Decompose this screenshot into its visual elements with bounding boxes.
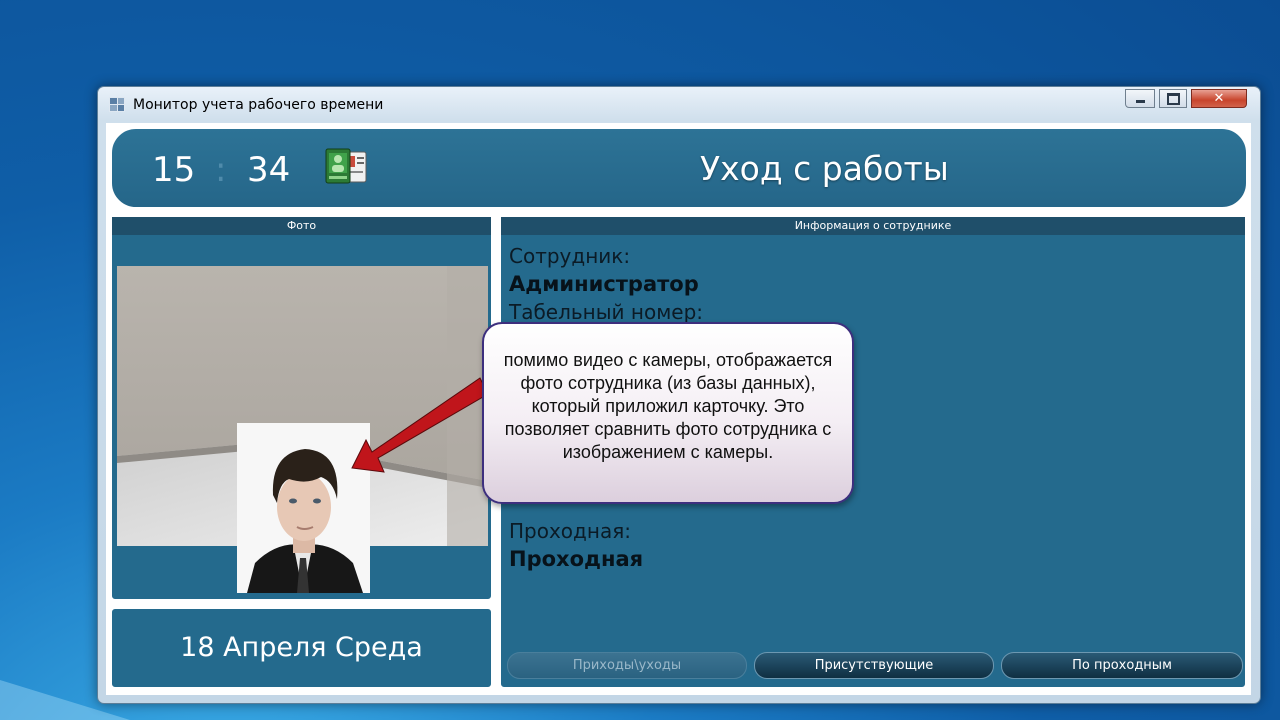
employee-label: Сотрудник: (509, 244, 631, 268)
present-employees-button[interactable]: Присутствующие (754, 652, 994, 679)
photo-panel: Фото (110, 215, 493, 601)
info-caption: Информация о сотруднике (501, 217, 1245, 235)
window-title: Монитор учета рабочего времени (133, 97, 384, 113)
app-window-icon (109, 97, 125, 112)
employee-value: Администратор (509, 272, 699, 296)
checkpoint-label: Проходная: (509, 519, 631, 543)
header-panel: 15 : 34 Уход с работы (110, 127, 1248, 209)
tab-number-label: Табельный номер: (509, 300, 704, 324)
photo-caption: Фото (112, 217, 491, 235)
by-checkpoints-button[interactable]: По проходным (1001, 652, 1243, 679)
checkpoint-value: Проходная (509, 547, 644, 571)
minimize-button[interactable] (1125, 89, 1155, 108)
employee-card-icon (325, 148, 367, 184)
annotation-text: помимо видео с камеры, отображается фото… (503, 350, 833, 462)
employee-photo (237, 423, 370, 593)
clock-hours: 15 (152, 150, 196, 190)
close-icon: ✕ (1213, 91, 1225, 106)
minimize-icon (1135, 100, 1145, 103)
clock-separator: : (215, 150, 227, 190)
event-title: Уход с работы (700, 149, 949, 188)
close-button[interactable]: ✕ (1191, 89, 1247, 108)
annotation-callout: помимо видео с камеры, отображается фото… (482, 322, 854, 504)
arrivals-departures-button[interactable]: Приходы\уходы (507, 652, 747, 679)
maximize-icon (1166, 92, 1180, 105)
current-date: 18 Апреля Среда (180, 632, 423, 663)
date-panel: 18 Апреля Среда (110, 607, 493, 689)
maximize-button[interactable] (1159, 89, 1187, 108)
clock-minutes: 34 (247, 150, 291, 190)
